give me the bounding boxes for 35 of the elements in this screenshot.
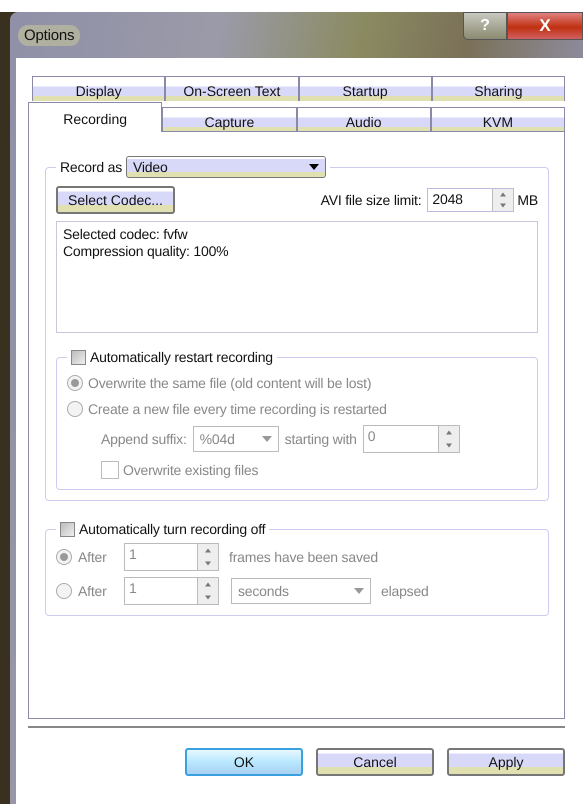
select-codec-button[interactable]: Select Codec...: [56, 186, 175, 214]
tab[interactable]: Display: [32, 76, 166, 101]
starting-with-label: starting with: [284, 431, 357, 447]
caret-icon: [262, 436, 272, 442]
caret-icon: [309, 164, 320, 170]
checkbox-label: Automatically restart recording: [90, 349, 273, 365]
radio-label: Create a new file every time recording is restarted: [88, 401, 387, 417]
window-title: Options: [18, 24, 80, 46]
file-size-spinner[interactable]: 2048: [427, 188, 514, 212]
suffix-label: Append suffix:: [101, 431, 187, 447]
tab[interactable]: Recording: [28, 102, 162, 132]
dialog-button[interactable]: Cancel: [316, 748, 434, 776]
tab[interactable]: On-Screen Text: [165, 76, 298, 101]
radio-label: After: [78, 549, 108, 565]
record-as-label: Record as: [60, 159, 122, 175]
file-size-limit-label: AVI file size limit:: [320, 192, 422, 208]
tab[interactable]: Startup: [298, 76, 432, 101]
record-as-dropdown[interactable]: Video: [126, 156, 326, 178]
spin-arrows-icon[interactable]: [492, 189, 514, 211]
tab[interactable]: Sharing: [432, 76, 565, 101]
tab[interactable]: KVM: [430, 107, 565, 132]
condition-label: elapsed: [381, 583, 429, 599]
condition-label: frames have been saved: [229, 549, 378, 565]
dialog-button[interactable]: Apply: [447, 748, 565, 776]
close-button[interactable]: X: [507, 12, 583, 40]
tab[interactable]: Capture: [162, 107, 296, 132]
radio-label: After: [78, 583, 108, 599]
caret-icon: [354, 588, 364, 594]
unit-label: MB: [517, 192, 538, 208]
codec-info-box: Selected codec: fvfw Compression quality: 100%: [56, 221, 538, 333]
dialog-button[interactable]: OK: [185, 748, 303, 776]
checkbox-label: Automatically turn recording off: [79, 521, 266, 537]
checkbox-label: Overwrite existing files: [123, 462, 258, 478]
tab[interactable]: Audio: [296, 107, 431, 132]
radio-label: Overwrite the same file (old content will be lost): [88, 375, 372, 391]
